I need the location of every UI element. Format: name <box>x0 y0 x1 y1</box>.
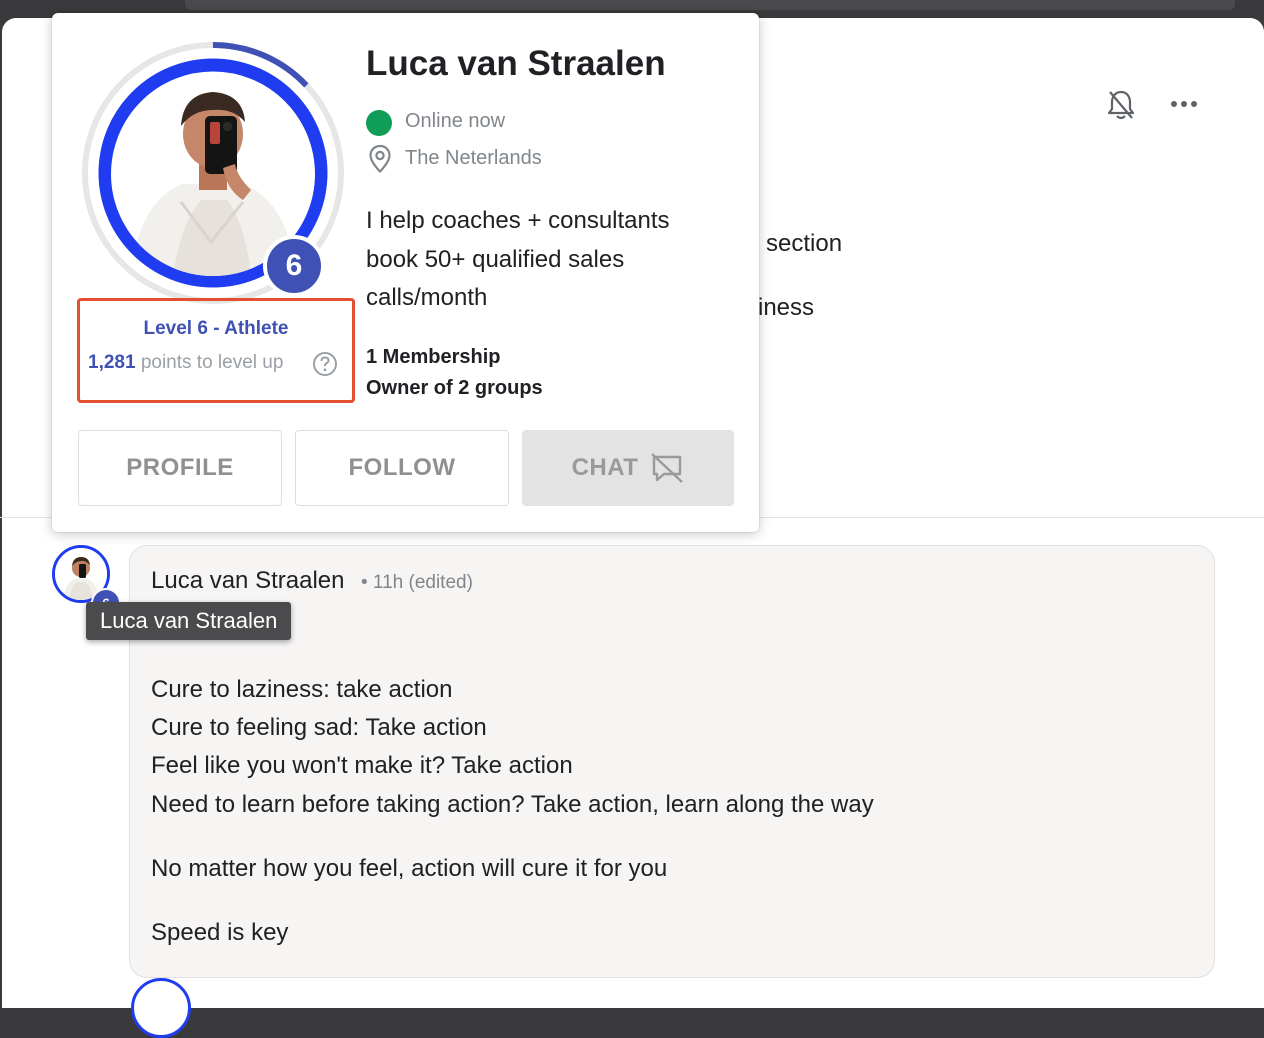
post-timestamp: • 11h (edited) <box>361 572 473 593</box>
online-status-dot <box>366 110 392 136</box>
next-post-avatar[interactable] <box>131 978 191 1038</box>
post-body-line: Cure to laziness: take action <box>151 676 453 703</box>
background-text: section <box>766 230 843 257</box>
groups-owned: Owner of 2 groups <box>366 377 543 399</box>
level-badge: 6 <box>263 235 325 297</box>
post-body-line: Need to learn before taking action? Take… <box>151 791 874 818</box>
profile-bio: I help coaches + consultants book 50+ qu… <box>366 207 670 311</box>
online-status-text: Online now <box>405 110 506 132</box>
profile-name[interactable]: Luca van Straalen <box>366 44 666 84</box>
location-pin-icon <box>369 144 391 174</box>
background-text: iness <box>758 294 815 321</box>
window-top-strip <box>185 0 1235 10</box>
help-circle-icon[interactable] <box>312 351 338 377</box>
post-body-line: Cure to feeling sad: Take action <box>151 714 487 741</box>
bell-off-icon[interactable] <box>1106 88 1136 122</box>
chat-disabled-icon <box>651 453 684 483</box>
chat-button[interactable]: CHAT <box>522 430 734 506</box>
post-author-name[interactable]: Luca van Straalen <box>151 567 344 595</box>
post-body-line: No matter how you feel, action will cure… <box>151 855 668 882</box>
points-to-level-up: 1,281 points to level up <box>88 352 283 374</box>
points-suffix: points to level up <box>140 352 284 373</box>
chat-button-label: CHAT <box>571 454 639 481</box>
follow-button-label: FOLLOW <box>348 454 456 481</box>
post-body-line: Feel like you won't make it? Take action <box>151 752 573 779</box>
post-body-line: Speed is key <box>151 919 289 946</box>
follow-button[interactable]: FOLLOW <box>295 430 509 506</box>
author-tooltip: Luca van Straalen <box>86 602 292 640</box>
membership-count: 1 Membership <box>366 346 501 368</box>
level-title: Level 6 - Athlete <box>143 318 289 339</box>
more-horizontal-icon[interactable] <box>1168 92 1200 116</box>
profile-button[interactable]: PROFILE <box>78 430 282 506</box>
points-value: 1,281 <box>88 352 136 373</box>
profile-button-label: PROFILE <box>126 454 234 481</box>
location-text: The Neterlands <box>405 147 542 169</box>
level-info-box: Level 6 - Athlete 1,281 points to level … <box>77 298 355 403</box>
